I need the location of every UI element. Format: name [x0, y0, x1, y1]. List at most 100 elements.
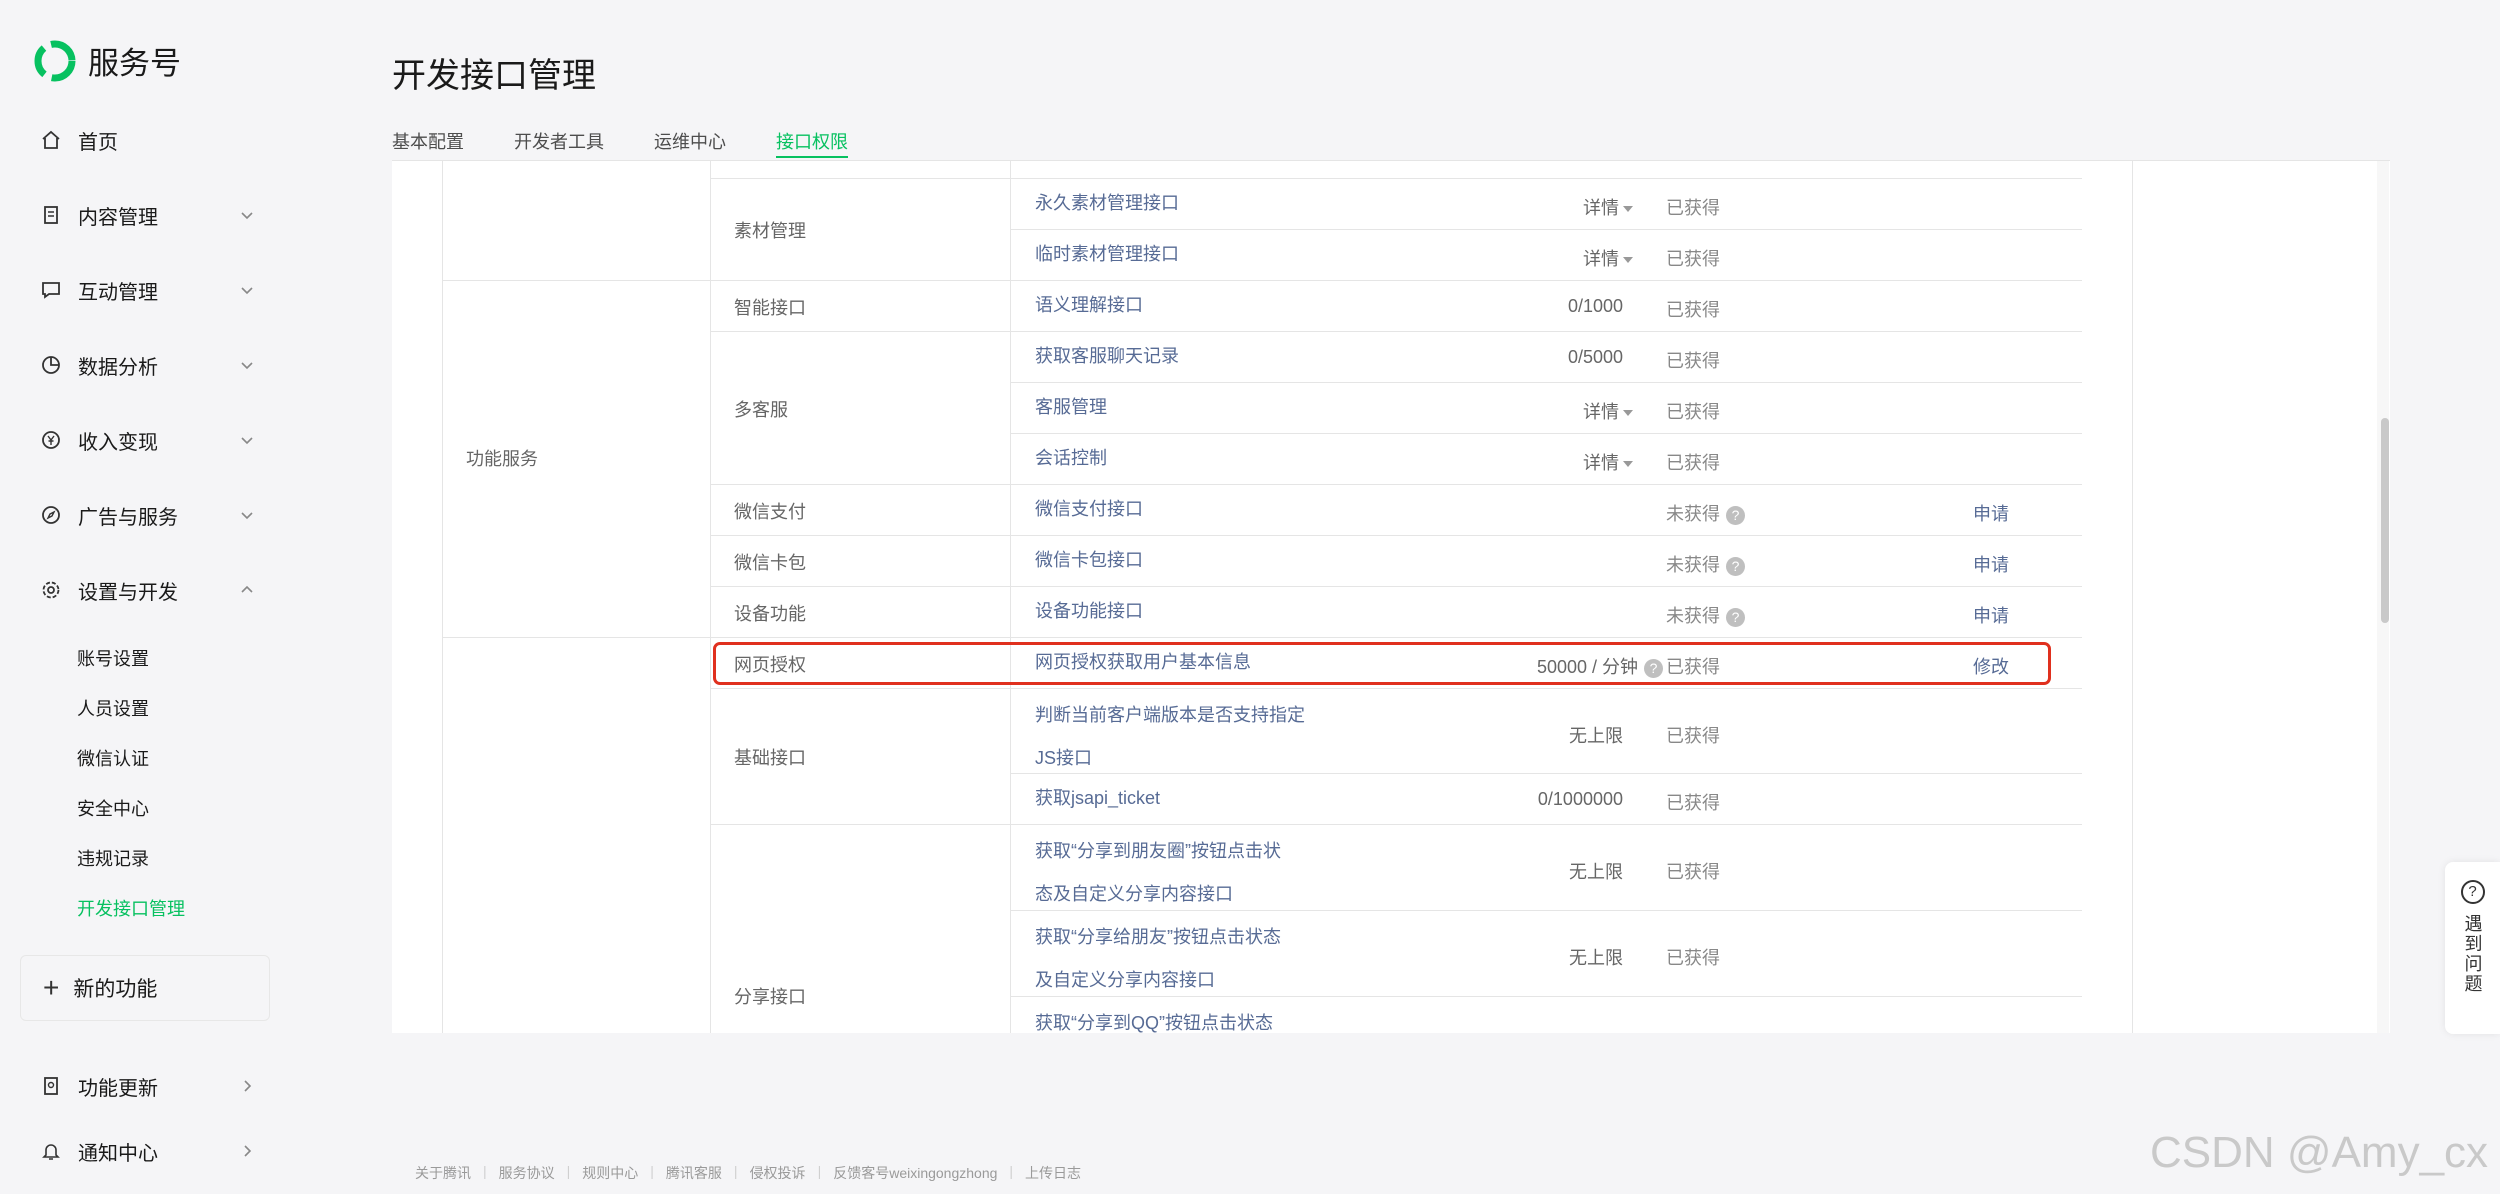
- footer-link[interactable]: 侵权投诉: [750, 1163, 806, 1183]
- api-name[interactable]: 获取jsapi_ticket: [1035, 777, 1305, 820]
- status-value: 未获得: [1666, 504, 1720, 524]
- tab-bar: 基本配置 开发者工具 运维中心 接口权限: [392, 128, 898, 158]
- nav-content-label: 内容管理: [78, 206, 158, 229]
- help-float-button[interactable]: ? 遇到问题: [2445, 862, 2500, 1034]
- sub-dev-interface[interactable]: 开发接口管理: [77, 895, 185, 921]
- status-cell: 未获得?: [1666, 500, 1745, 526]
- footer-links: 关于腾讯 | 服务协议 | 规则中心 | 腾讯客服 | 侵权投诉 | 反馈客号weixin…: [415, 1163, 1081, 1183]
- separator: |: [817, 1163, 822, 1179]
- help-icon[interactable]: ?: [1726, 607, 1745, 627]
- tab-dev-tools[interactable]: 开发者工具: [514, 128, 604, 158]
- detail-dropdown[interactable]: 详情: [1453, 194, 1633, 220]
- limit-value: 详情: [1583, 249, 1619, 269]
- sub-security-center[interactable]: 安全中心: [77, 795, 149, 821]
- new-function-button[interactable]: + 新的功能: [20, 955, 270, 1021]
- help-icon[interactable]: ?: [1726, 505, 1745, 525]
- nav-settings[interactable]: 设置与开发: [40, 570, 255, 610]
- nav-interaction[interactable]: 互动管理: [40, 270, 255, 310]
- chevron-right-icon: [244, 1080, 252, 1092]
- status-value: 已获得: [1666, 726, 1720, 746]
- nav-interaction-label: 互动管理: [78, 281, 158, 304]
- api-name[interactable]: 设备功能接口: [1035, 590, 1305, 633]
- caret-down-icon: [1623, 410, 1633, 417]
- limit-value: 0/5000: [1567, 347, 1623, 367]
- api-name[interactable]: 临时素材管理接口: [1035, 233, 1305, 276]
- new-function-label: 新的功能: [73, 978, 158, 1001]
- chevron-down-icon: [241, 287, 253, 295]
- detail-dropdown[interactable]: 详情: [1453, 245, 1633, 271]
- status-value: 已获得: [1666, 793, 1720, 813]
- pie-chart-icon: [40, 354, 62, 376]
- tab-ops-center[interactable]: 运维中心: [654, 128, 726, 158]
- nav-ads[interactable]: 广告与服务: [40, 495, 255, 535]
- tab-basic-config[interactable]: 基本配置: [392, 128, 464, 158]
- nav-updates-label: 功能更新: [78, 1077, 158, 1100]
- apply-link[interactable]: 申请: [1973, 551, 2009, 577]
- group-smart: 智能接口: [734, 298, 806, 318]
- row-line: [1010, 382, 2082, 383]
- api-name[interactable]: 获取“分享给朋友”按钮点击状态及自定义分享内容接口: [1035, 916, 1285, 1002]
- status-value: 已获得: [1666, 351, 1720, 371]
- brand-logo[interactable]: 服务号: [34, 38, 181, 83]
- api-name[interactable]: 微信卡包接口: [1035, 539, 1305, 582]
- api-name[interactable]: 语义理解接口: [1035, 284, 1305, 327]
- row-line: [710, 535, 2082, 536]
- status-value: 未获得: [1666, 555, 1720, 575]
- category-func-service: 功能服务: [466, 449, 538, 469]
- row-line: [710, 178, 2082, 179]
- sub-violation-records[interactable]: 违规记录: [77, 845, 149, 871]
- sub-account-settings[interactable]: 账号设置: [77, 645, 149, 671]
- nav-notify[interactable]: 通知中心: [40, 1131, 255, 1171]
- row-line: [710, 484, 2082, 485]
- group-card: 微信卡包: [734, 553, 806, 573]
- row-line: [1010, 433, 2082, 434]
- caret-down-icon: [1623, 206, 1633, 213]
- api-name[interactable]: 微信支付接口: [1035, 488, 1305, 531]
- group-share: 分享接口: [734, 987, 806, 1007]
- sub-member-settings[interactable]: 人员设置: [77, 695, 149, 721]
- permissions-panel: 功能服务 素材管理 智能接口 多客服 微信支付 微信卡包 设备功能 网页授权 基…: [392, 161, 2390, 1033]
- page-title: 开发接口管理: [392, 57, 596, 95]
- detail-dropdown[interactable]: 详情: [1453, 449, 1633, 475]
- nav-settings-label: 设置与开发: [78, 581, 178, 604]
- separator: |: [566, 1163, 571, 1179]
- chevron-down-icon: [241, 512, 253, 520]
- row-line: [1010, 229, 2082, 230]
- api-name[interactable]: 客服管理: [1035, 386, 1305, 429]
- watermark: CSDN @Amy_cx: [2150, 1128, 2489, 1177]
- footer-link[interactable]: 腾讯客服: [666, 1163, 722, 1183]
- help-icon[interactable]: ?: [1726, 556, 1745, 576]
- sub-wechat-verify[interactable]: 微信认证: [77, 745, 149, 771]
- api-name[interactable]: 永久素材管理接口: [1035, 182, 1305, 225]
- api-name[interactable]: 获取“分享到QQ”按钮点击状态: [1035, 1002, 1305, 1033]
- highlight-annotation: [713, 642, 2051, 685]
- api-name[interactable]: 会话控制: [1035, 437, 1305, 480]
- footer-link[interactable]: 服务协议: [499, 1163, 555, 1183]
- frame-right-border: [2132, 161, 2133, 1033]
- footer-link[interactable]: 反馈客号weixingongzhong: [833, 1163, 997, 1183]
- status-value: 已获得: [1666, 249, 1720, 269]
- nav-analytics[interactable]: 数据分析: [40, 345, 255, 385]
- col-line: [1010, 161, 1011, 1033]
- nav-ads-label: 广告与服务: [78, 506, 178, 529]
- status-cell: 未获得?: [1666, 551, 1745, 577]
- status-value: 已获得: [1666, 402, 1720, 422]
- footer-link[interactable]: 关于腾讯: [415, 1163, 471, 1183]
- api-name[interactable]: 获取“分享到朋友圈”按钮点击状态及自定义分享内容接口: [1035, 830, 1285, 916]
- apply-link[interactable]: 申请: [1973, 500, 2009, 526]
- api-name[interactable]: 获取客服聊天记录: [1035, 335, 1305, 378]
- api-name[interactable]: 判断当前客户端版本是否支持指定JS接口: [1035, 694, 1305, 780]
- footer-link[interactable]: 上传日志: [1025, 1163, 1081, 1183]
- permissions-table: 功能服务 素材管理 智能接口 多客服 微信支付 微信卡包 设备功能 网页授权 基…: [442, 161, 2082, 1033]
- scrollbar-thumb[interactable]: [2381, 418, 2389, 623]
- nav-updates[interactable]: 功能更新: [40, 1066, 255, 1106]
- nav-monetize[interactable]: 收入变现: [40, 420, 255, 460]
- status-cell: 未获得?: [1666, 602, 1745, 628]
- nav-home[interactable]: 首页: [40, 120, 255, 160]
- tab-interface-permissions[interactable]: 接口权限: [776, 128, 848, 158]
- apply-link[interactable]: 申请: [1973, 602, 2009, 628]
- nav-content[interactable]: 内容管理: [40, 195, 255, 235]
- detail-dropdown[interactable]: 详情: [1453, 398, 1633, 424]
- footer-link[interactable]: 规则中心: [582, 1163, 638, 1183]
- nav-notify-label: 通知中心: [78, 1142, 158, 1165]
